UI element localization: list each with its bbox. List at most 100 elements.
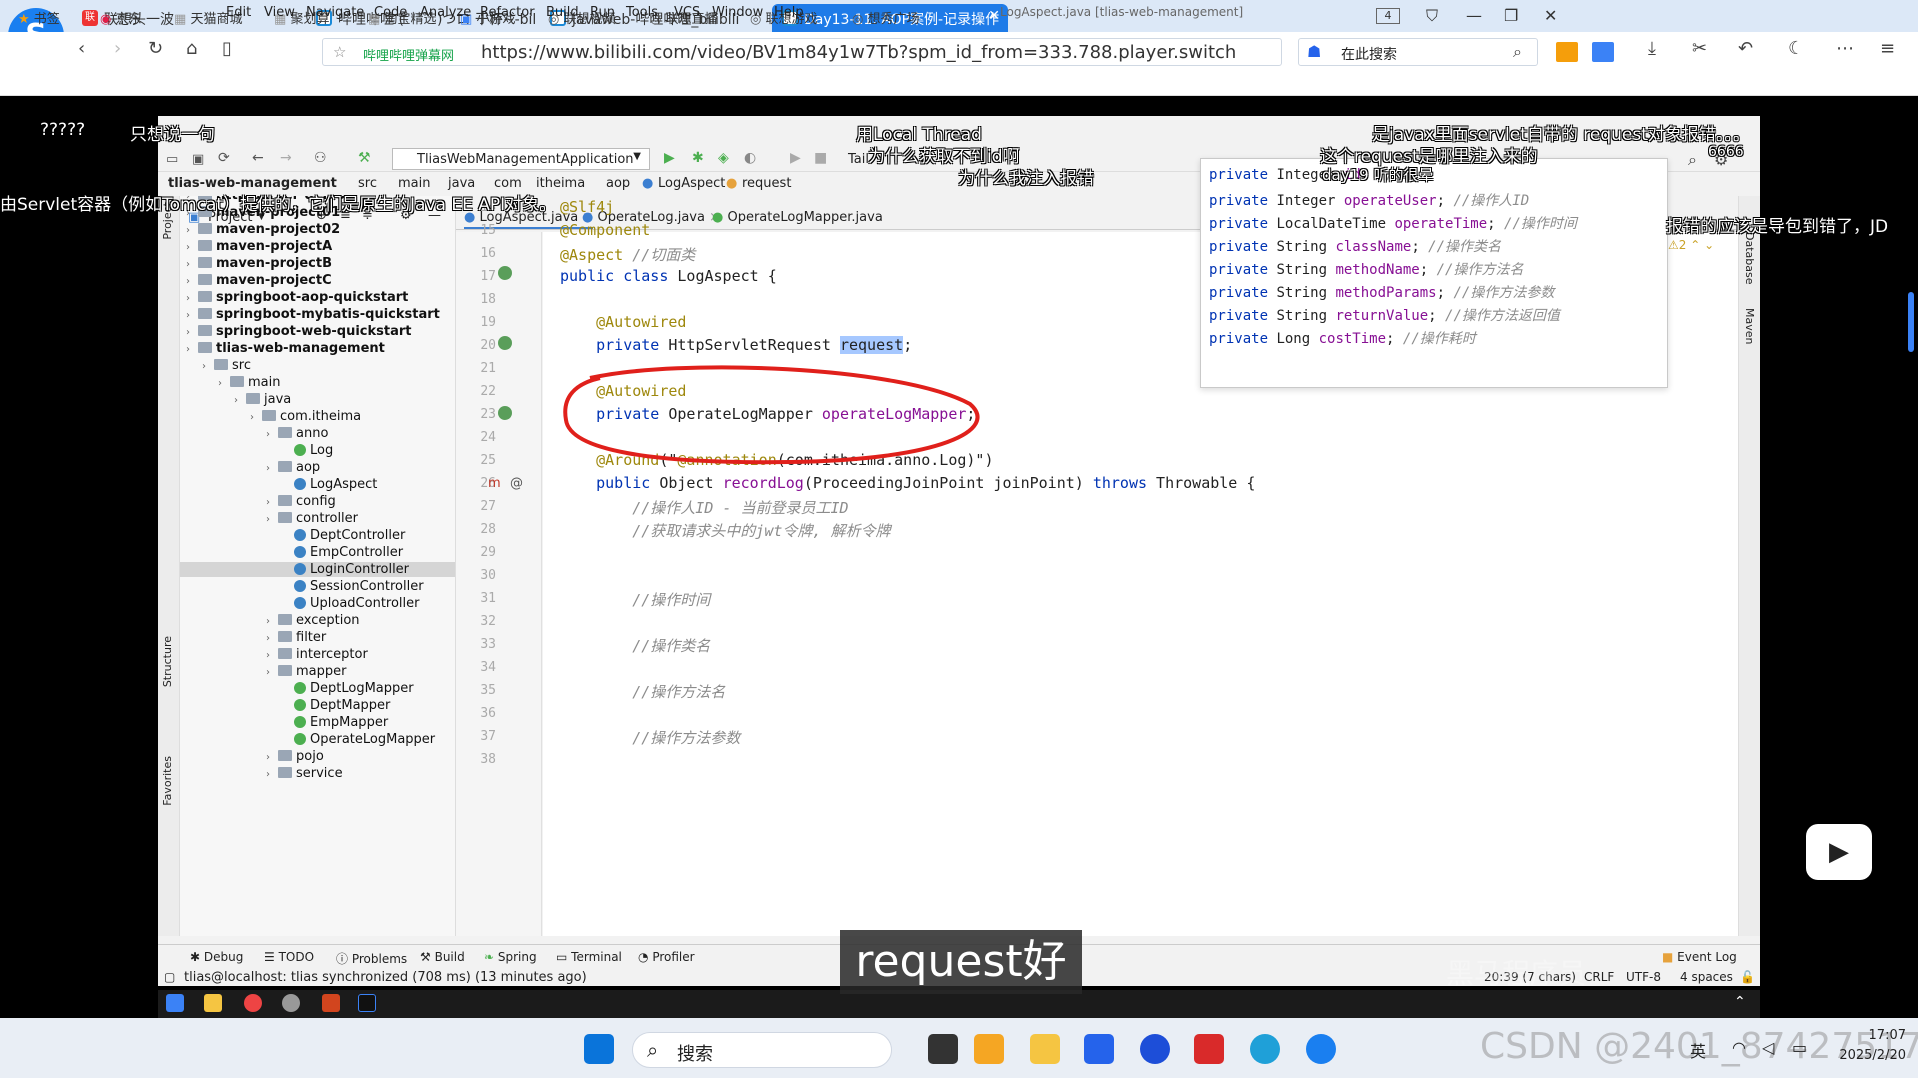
code-line[interactable]: @Slf4j xyxy=(560,198,614,216)
tree-item[interactable]: › mapper xyxy=(180,664,455,679)
tail-label[interactable]: Tail xyxy=(848,152,869,167)
tree-item[interactable]: › main xyxy=(180,375,455,390)
chevron-right-icon[interactable]: › xyxy=(234,395,246,406)
chevron-right-icon[interactable]: › xyxy=(266,633,278,644)
tool-debug[interactable]: ✱ Debug xyxy=(190,950,243,964)
breadcrumb-item[interactable]: aop xyxy=(606,176,630,191)
tree-item[interactable]: › src xyxy=(180,358,455,373)
chevron-right-icon[interactable]: › xyxy=(186,276,198,287)
tree-item[interactable]: SessionController xyxy=(180,579,455,594)
breadcrumb-item[interactable]: src xyxy=(358,176,377,191)
tree-item[interactable]: › pojo xyxy=(180,749,455,764)
code-line[interactable]: private HttpServletRequest request; xyxy=(560,336,912,354)
run-config-select[interactable]: TliasWebManagementApplication ▼ xyxy=(392,148,650,170)
side-slider[interactable] xyxy=(1908,292,1914,352)
search-input[interactable]: ☗ 在此搜索 ⌕ xyxy=(1298,38,1538,66)
debug-icon[interactable]: ✱ xyxy=(692,150,704,166)
tree-item[interactable]: › service xyxy=(180,766,455,781)
tree-item[interactable]: › java xyxy=(180,392,455,407)
chevron-right-icon[interactable]: › xyxy=(186,310,198,321)
bookmark-jd[interactable]: ◉ 京东 xyxy=(100,8,142,27)
volume-icon[interactable]: ◁ xyxy=(1762,1038,1774,1057)
lenovo-app-icon[interactable] xyxy=(1140,1034,1170,1064)
tree-item[interactable]: › maven-project02 xyxy=(180,222,455,237)
tree-item[interactable]: DeptLogMapper xyxy=(180,681,455,696)
hammer-icon[interactable]: ⚒ xyxy=(358,150,371,166)
tool-terminal[interactable]: ▭ Terminal xyxy=(556,950,622,964)
code-line[interactable]: //操作方法名 xyxy=(560,681,725,702)
bean-gutter-icon[interactable] xyxy=(498,406,512,420)
bookmark-star[interactable]: ★ 书签 xyxy=(18,8,60,27)
user-icon[interactable]: ⚇ xyxy=(314,150,327,166)
tool-maven[interactable]: Maven xyxy=(1743,308,1756,344)
code-line[interactable]: @Component xyxy=(560,221,650,239)
tree-item[interactable]: OperateLogMapper xyxy=(180,732,455,747)
code-line[interactable]: public Object recordLog(ProceedingJoinPo… xyxy=(560,474,1255,492)
chevron-right-icon[interactable]: › xyxy=(266,616,278,627)
menu-view[interactable]: View xyxy=(264,5,295,20)
bookmark-xiangxiu[interactable]: ◎ 想秀广场 xyxy=(852,8,920,27)
code-line[interactable]: //获取请求头中的jwt令牌, 解析令牌 xyxy=(560,520,890,541)
code-line[interactable]: //操作时间 xyxy=(560,589,710,610)
reader-icon[interactable]: ▯ xyxy=(222,38,232,59)
tree-item[interactable]: › springboot-aop-quickstart xyxy=(180,290,455,305)
wps-icon[interactable] xyxy=(1194,1034,1224,1064)
scissors-icon[interactable]: ✂ xyxy=(1692,38,1707,59)
breadcrumb-item[interactable]: main xyxy=(398,176,430,191)
code-line[interactable]: @Aspect //切面类 xyxy=(560,244,695,265)
tool-favorites[interactable]: Favorites xyxy=(161,756,174,806)
app-icon[interactable] xyxy=(974,1034,1004,1064)
tree-item[interactable]: UploadController xyxy=(180,596,455,611)
tab-count[interactable]: 4 xyxy=(1376,8,1400,24)
undo-icon[interactable]: ↶ xyxy=(1738,38,1753,59)
battery-icon[interactable]: ▭ xyxy=(1792,1038,1807,1057)
code-line[interactable]: //操作方法参数 xyxy=(560,727,740,748)
menu-run[interactable]: Run xyxy=(590,5,615,20)
tree-item[interactable]: LogAspect xyxy=(180,477,455,492)
menu-refactor[interactable]: Refactor xyxy=(480,5,535,20)
star-icon[interactable]: ☆ xyxy=(333,43,346,61)
chevron-right-icon[interactable]: › xyxy=(266,463,278,474)
edge-icon[interactable] xyxy=(1250,1034,1280,1064)
chevron-right-icon[interactable]: › xyxy=(186,259,198,270)
menu-build[interactable]: Build xyxy=(546,5,579,20)
code-line[interactable]: //操作类名 xyxy=(560,635,710,656)
minimize-icon[interactable]: — xyxy=(1466,6,1482,25)
stop-icon[interactable]: ■ xyxy=(814,150,827,166)
tree-item[interactable]: › springboot-mybatis-quickstart xyxy=(180,307,455,322)
tool-problems[interactable]: ⓘ Problems xyxy=(336,950,407,967)
file-encoding[interactable]: UTF-8 xyxy=(1626,970,1661,984)
resume-icon[interactable]: ▶ xyxy=(790,150,801,166)
shirt-icon[interactable]: ⛉ xyxy=(1426,6,1438,26)
more-icon[interactable]: ⋯ xyxy=(1836,38,1854,59)
wifi-icon[interactable]: ◠ xyxy=(1732,1038,1746,1057)
breadcrumb-item[interactable]: tlias-web-management xyxy=(168,176,337,191)
tree-item[interactable]: › maven-projectA xyxy=(180,239,455,254)
line-separator[interactable]: CRLF xyxy=(1584,970,1614,984)
indent-setting[interactable]: 4 spaces xyxy=(1680,970,1733,984)
breadcrumb-item[interactable]: com xyxy=(494,176,522,191)
tree-item[interactable]: › interceptor xyxy=(180,647,455,662)
url-field[interactable]: ☆ 哔哩哔哩弹幕网 https://www.bilibili.com/video… xyxy=(322,38,1282,66)
chevron-right-icon[interactable]: › xyxy=(266,752,278,763)
tree-item[interactable]: › aop xyxy=(180,460,455,475)
bean-gutter-icon[interactable] xyxy=(498,266,512,280)
clock-date[interactable]: 2025/2/20 xyxy=(1830,1048,1906,1063)
menu-edit[interactable]: Edit xyxy=(226,5,251,20)
tree-item[interactable]: Log xyxy=(180,443,455,458)
breadcrumb-item[interactable]: request xyxy=(742,176,791,191)
chevron-right-icon[interactable]: › xyxy=(186,344,198,355)
file-explorer-icon[interactable] xyxy=(1030,1034,1060,1064)
run-icon[interactable]: ▶ xyxy=(664,150,675,166)
play-icon[interactable]: ▶ xyxy=(1806,824,1872,880)
code-line[interactable]: public class LogAspect { xyxy=(560,267,777,285)
chevron-right-icon[interactable]: › xyxy=(266,667,278,678)
extension-icon[interactable] xyxy=(1556,42,1578,62)
breadcrumb-item[interactable]: LogAspect xyxy=(658,176,725,191)
refresh-icon[interactable]: ↻ xyxy=(148,38,163,59)
clock-time[interactable]: 17:07 xyxy=(1836,1028,1906,1043)
chevron-right-icon[interactable]: › xyxy=(218,378,230,389)
tree-item[interactable]: LoginController xyxy=(180,562,455,577)
tool-event-log[interactable]: ■ Event Log xyxy=(1662,950,1737,964)
tree-item[interactable]: EmpController xyxy=(180,545,455,560)
